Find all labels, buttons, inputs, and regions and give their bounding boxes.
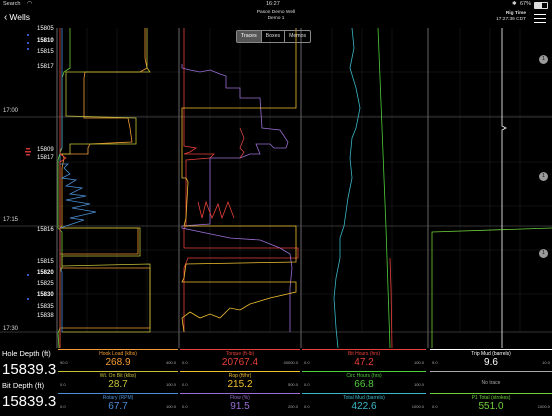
channel-min: 0.0 [182, 360, 188, 365]
channel-min: 0.0 [304, 404, 310, 409]
channel-min: 0.0 [304, 382, 310, 387]
channel-min: 9.0 [432, 360, 438, 365]
channel-readout[interactable]: Circ Hours (hrs) 66.8 0.0 100.0 [302, 371, 426, 394]
channel-min: 0.0 [304, 360, 310, 365]
depth-label: 15830 [37, 292, 54, 298]
depth-label: 15816 [37, 227, 54, 233]
channel-max: 1000.0 [537, 404, 550, 409]
well-subtitle: Demo 1 [267, 16, 285, 21]
channel-readout[interactable]: Hook Load (klbs) 268.9 90.0 400.0 [58, 349, 178, 372]
status-time: 16:27 [266, 1, 280, 7]
rig-time-value: 17:27:36 CDT [496, 17, 526, 22]
depth-label: 15825 [37, 281, 54, 287]
channel-min: 0.0 [182, 382, 188, 387]
tab-traces[interactable]: Traces [237, 31, 262, 42]
trace-chart[interactable]: 17:00 17:15 17:30 15805 15810 15815 1581… [0, 26, 552, 348]
nav-bar: ‹ Wells Pason Demo Well Demo 1 Rig Time 1… [0, 9, 552, 28]
memo-badge[interactable]: 1 [539, 249, 548, 258]
bit-depth-label: Bit Depth (ft) [2, 381, 45, 390]
bluetooth-icon: ✱ [512, 1, 517, 7]
channel-value: 91.5 [230, 401, 250, 412]
channel-value: 551.0 [478, 401, 504, 412]
battery-icon [534, 2, 548, 9]
depth-label: 15817 [37, 155, 54, 161]
channel-min: 0.0 [432, 404, 438, 409]
depth-label: 15809 [37, 147, 54, 153]
time-label: 17:15 [3, 217, 19, 223]
memo-badge[interactable]: 1 [539, 172, 548, 181]
channel-readout[interactable]: Rotary (RPM) 67.7 0.0 100.0 [58, 393, 178, 416]
channel-max: 200.0 [287, 404, 298, 409]
channel-readout[interactable]: Wt. On Bit (klbs) 28.7 0.0 100.0 [58, 371, 178, 394]
depth-label: 15810 [37, 38, 54, 44]
hole-depth-value: 15839.3 [2, 361, 57, 378]
channel-max: 1000.0 [411, 404, 424, 409]
depth-label: 15835 [37, 304, 54, 310]
depth-label: 15817 [37, 64, 54, 70]
time-label: 17:00 [3, 108, 19, 114]
chevron-left-icon: ‹ [4, 12, 8, 23]
channel-max: 10.0 [542, 360, 550, 365]
channel-min: 0.0 [60, 404, 66, 409]
channel-min: 0.0 [182, 404, 188, 409]
channel-readout[interactable]: Rop (ft/hr) 215.2 0.0 500.0 [180, 371, 300, 394]
channel-readout[interactable]: P1 Total (strokes) 551.0 0.0 1000.0 [430, 393, 552, 416]
back-button[interactable]: ‹ Wells [4, 12, 30, 23]
channel-value: 47.2 [354, 357, 374, 368]
status-carrier: Search [3, 1, 21, 7]
channel-readout[interactable]: Trip Mud (barrels) 9.6 9.0 10.0 [430, 349, 552, 372]
channel-readout[interactable]: No trace [430, 371, 552, 394]
channel-max: 100.0 [165, 382, 176, 387]
readout-panel: Hole Depth (ft) 15839.3 Bit Depth (ft) 1… [0, 348, 552, 414]
channel-max: 500.0 [287, 382, 298, 387]
channel-min: 90.0 [60, 360, 68, 365]
memo-badge[interactable]: 1 [539, 55, 548, 64]
back-label: Wells [9, 12, 30, 22]
channel-value: 20767.4 [221, 357, 259, 368]
channel-min: 0.0 [60, 382, 66, 387]
channel-value: 268.9 [105, 357, 131, 368]
menu-icon[interactable] [534, 14, 546, 24]
wifi-icon: ◠ [27, 1, 33, 7]
channel-readout[interactable]: Total Mud (barrels) 422.6 0.0 1000.0 [302, 393, 426, 416]
channel-value: 9.6 [484, 357, 498, 368]
channel-readout[interactable]: Bit Hours (hrs) 47.2 0.0 100.0 [302, 349, 426, 372]
channel-max: 100.0 [413, 382, 424, 387]
channel-readout[interactable]: Flow (%) 91.5 0.0 200.0 [180, 393, 300, 416]
channel-max: 40000.0 [283, 360, 298, 365]
hole-depth-label: Hole Depth (ft) [2, 349, 51, 358]
status-battery: 67% [520, 1, 532, 7]
tab-memos[interactable]: Memos [285, 31, 310, 42]
channel-max: 100.0 [165, 404, 176, 409]
bit-depth-value: 15839.3 [2, 393, 57, 410]
channel-max: 100.0 [413, 360, 424, 365]
channel-value: 215.2 [227, 379, 253, 390]
channel-value: 422.6 [351, 401, 377, 412]
depth-label: 15838 [37, 313, 54, 319]
channel-readout[interactable]: Torque (ft-lb) 20767.4 0.0 40000.0 [180, 349, 300, 372]
channel-value: 66.8 [354, 379, 374, 390]
channel-max: 400.0 [165, 360, 176, 365]
time-label: 17:30 [3, 326, 19, 332]
trace-graphic [0, 28, 552, 348]
channel-value: 67.7 [108, 401, 128, 412]
channel-value: 28.7 [108, 379, 128, 390]
status-bar: Search ◠ 16:27 ✱ 67% [0, 0, 552, 9]
depth-label: 15820 [37, 270, 54, 276]
depth-label: 15815 [37, 49, 54, 55]
view-segmented-control: Traces Boxes Memos [236, 30, 312, 43]
channel-title: No trace [481, 380, 501, 386]
depth-label: 15815 [37, 259, 54, 265]
depth-label: 15805 [37, 26, 54, 32]
tab-boxes[interactable]: Boxes [262, 31, 286, 42]
